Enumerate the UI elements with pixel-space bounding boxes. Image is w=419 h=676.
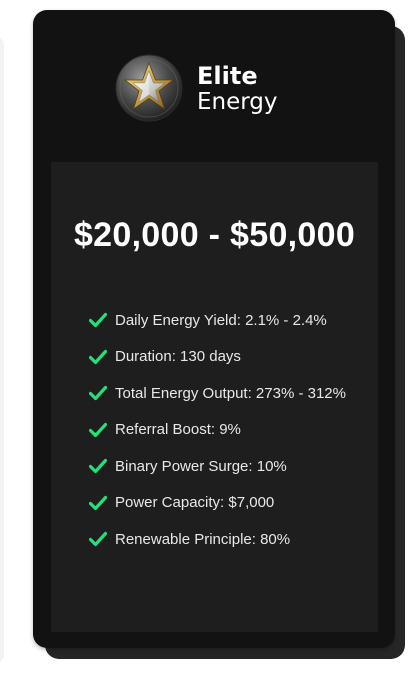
feature-text: Power Capacity: $7,000 bbox=[115, 494, 275, 512]
feature-item: Binary Power Surge: 10% bbox=[89, 448, 346, 485]
feature-item: Renewable Principle: 80% bbox=[89, 521, 346, 558]
check-icon bbox=[89, 386, 107, 401]
brand-name-line1: Elite bbox=[197, 62, 258, 90]
check-icon bbox=[89, 349, 107, 364]
check-icon bbox=[89, 313, 107, 328]
feature-item: Daily Energy Yield: 2.1% - 2.4% bbox=[89, 302, 346, 339]
check-icon bbox=[89, 459, 107, 474]
adjacent-card-edge bbox=[0, 36, 4, 664]
price-range: $20,000 - $50,000 bbox=[73, 216, 356, 254]
feature-item: Power Capacity: $7,000 bbox=[89, 485, 346, 522]
feature-text: Duration: 130 days bbox=[115, 348, 241, 366]
brand-name-line2: Energy bbox=[197, 89, 278, 115]
check-icon bbox=[89, 422, 107, 437]
feature-text: Renewable Principle: 80% bbox=[115, 530, 291, 548]
feature-list: Daily Energy Yield: 2.1% - 2.4% Duration… bbox=[89, 302, 346, 558]
check-icon bbox=[89, 532, 107, 547]
star-emblem-icon bbox=[115, 54, 183, 122]
plan-card: Elite Energy $20,000 - $50,000 Daily Ene… bbox=[33, 10, 395, 648]
feature-item: Referral Boost: 9% bbox=[89, 412, 346, 449]
brand-logo: Elite Energy bbox=[115, 53, 278, 123]
brand-name: Elite Energy bbox=[197, 62, 278, 114]
feature-text: Total Energy Output: 273% - 312% bbox=[115, 384, 346, 402]
page: Elite Energy $20,000 - $50,000 Daily Ene… bbox=[0, 0, 419, 676]
plan-details-panel: $20,000 - $50,000 Daily Energy Yield: 2.… bbox=[51, 162, 378, 632]
feature-text: Daily Energy Yield: 2.1% - 2.4% bbox=[115, 311, 327, 329]
feature-text: Referral Boost: 9% bbox=[115, 421, 241, 439]
check-icon bbox=[89, 495, 107, 510]
feature-item: Duration: 130 days bbox=[89, 339, 346, 376]
feature-item: Total Energy Output: 273% - 312% bbox=[89, 375, 346, 412]
feature-text: Binary Power Surge: 10% bbox=[115, 457, 287, 475]
